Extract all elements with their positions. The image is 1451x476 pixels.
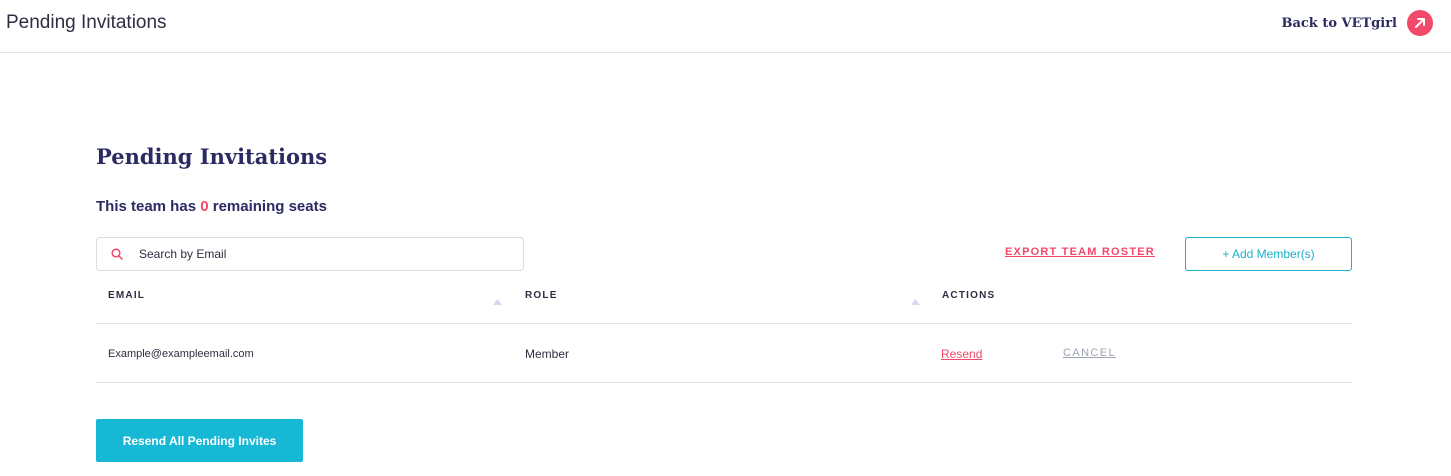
seats-suffix: remaining seats — [212, 198, 327, 215]
seats-count: 0 — [200, 198, 209, 215]
arrow-up-right-icon — [1407, 10, 1433, 36]
column-header-role[interactable]: ROLE — [525, 290, 558, 301]
row-email: Example@exampleemail.com — [108, 348, 254, 360]
table-header-divider — [96, 323, 1352, 324]
remaining-seats-text: This team has 0 remaining seats — [96, 198, 327, 215]
row-role: Member — [525, 347, 570, 361]
search-input[interactable] — [137, 246, 523, 262]
resend-all-pending-invites-button[interactable]: Resend All Pending Invites — [96, 419, 303, 462]
top-bar: Pending Invitations Back to VETgirl — [0, 0, 1451, 53]
export-team-roster-link[interactable]: EXPORT TEAM ROSTER — [1005, 246, 1155, 258]
column-header-actions: ACTIONS — [942, 290, 996, 301]
search-icon — [111, 248, 123, 260]
section-title: Pending Invitations — [96, 144, 328, 169]
page-header-title: Pending Invitations — [6, 12, 167, 33]
search-box[interactable] — [96, 237, 524, 271]
sort-triangle-icon[interactable] — [493, 292, 502, 310]
seats-prefix: This team has — [96, 198, 197, 215]
resend-link[interactable]: Resend — [941, 347, 982, 361]
sort-triangle-icon[interactable] — [911, 292, 920, 310]
back-link-label: Back to VETgirl — [1281, 15, 1397, 31]
cancel-link[interactable]: CANCEL — [1063, 347, 1116, 359]
back-to-vetgirl-link[interactable]: Back to VETgirl — [1281, 10, 1433, 36]
table-row-divider — [96, 382, 1352, 383]
add-member-button[interactable]: + Add Member(s) — [1185, 237, 1352, 271]
column-header-email[interactable]: EMAIL — [108, 290, 145, 301]
